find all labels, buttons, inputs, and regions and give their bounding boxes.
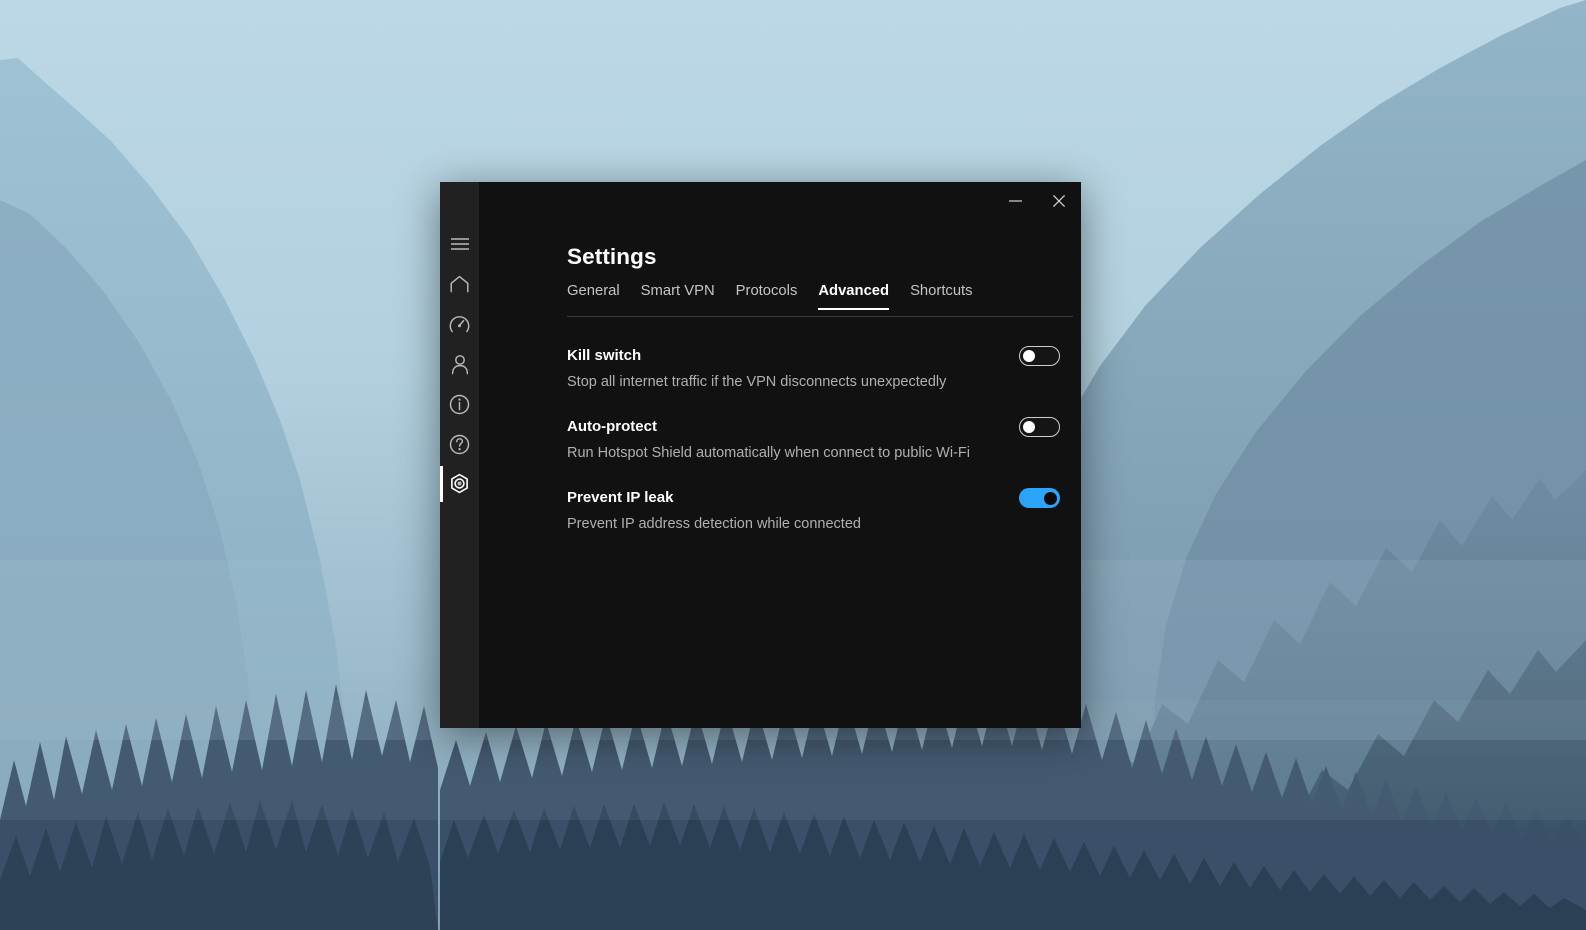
hamburger-menu-icon [450, 237, 470, 251]
help-circle-icon [449, 434, 470, 455]
setting-row-kill-switch: Kill switch Stop all internet traffic if… [567, 346, 1073, 390]
settings-content: Settings General Smart VPN Protocols Adv… [479, 182, 1081, 728]
tab-protocols[interactable]: Protocols [736, 283, 798, 310]
tabs-divider [567, 316, 1073, 317]
settings-window: Settings General Smart VPN Protocols Adv… [440, 182, 1081, 728]
setting-title: Kill switch [567, 347, 642, 364]
speedometer-icon [449, 314, 470, 335]
setting-title: Auto-protect [567, 418, 657, 436]
info-circle-icon [449, 394, 470, 415]
setting-description: Prevent IP address detection while conne… [567, 515, 861, 532]
toggle-knob [1022, 420, 1035, 434]
tab-advanced[interactable]: Advanced [818, 283, 889, 311]
settings-tabs: General Smart VPN Protocols Advanced Sho… [567, 283, 973, 311]
minimize-button[interactable] [993, 186, 1037, 216]
setting-row-prevent-ip-leak: Prevent IP leak Prevent IP address detec… [567, 488, 1073, 532]
toggle-kill-switch[interactable] [1019, 346, 1060, 366]
minimize-icon [1008, 196, 1023, 206]
sidebar-item-menu[interactable] [440, 224, 479, 264]
close-button[interactable] [1037, 186, 1081, 216]
person-icon [450, 354, 470, 375]
sidebar-item-settings[interactable] [440, 464, 479, 504]
setting-row-auto-protect: Auto-protect Run Hotspot Shield automati… [567, 417, 1073, 461]
toggle-prevent-ip-leak[interactable] [1019, 488, 1060, 509]
window-titlebar [479, 182, 1081, 220]
sidebar-item-account[interactable] [440, 344, 479, 384]
toggle-knob [1043, 491, 1057, 505]
home-icon [449, 275, 470, 293]
sidebar-item-speed[interactable] [440, 304, 479, 344]
tab-smart-vpn[interactable]: Smart VPN [641, 283, 715, 310]
toggle-auto-protect[interactable] [1019, 417, 1060, 438]
setting-description: Stop all internet traffic if the VPN dis… [567, 373, 947, 390]
setting-description: Run Hotspot Shield automatically when co… [567, 444, 970, 461]
page-title: Settings [567, 244, 657, 270]
desktop: Settings General Smart VPN Protocols Adv… [0, 0, 1586, 930]
app-sidebar [440, 182, 479, 728]
sidebar-item-info[interactable] [440, 384, 479, 424]
settings-option-list: Kill switch Stop all internet traffic if… [567, 346, 1073, 562]
tab-general[interactable]: General [567, 283, 620, 310]
tab-shortcuts[interactable]: Shortcuts [910, 283, 973, 310]
sidebar-item-help[interactable] [440, 424, 479, 464]
gear-nut-icon [448, 473, 471, 496]
close-icon [1052, 194, 1066, 208]
sidebar-item-home[interactable] [440, 264, 479, 304]
setting-title: Prevent IP leak [567, 489, 674, 507]
toggle-knob [1022, 349, 1035, 362]
